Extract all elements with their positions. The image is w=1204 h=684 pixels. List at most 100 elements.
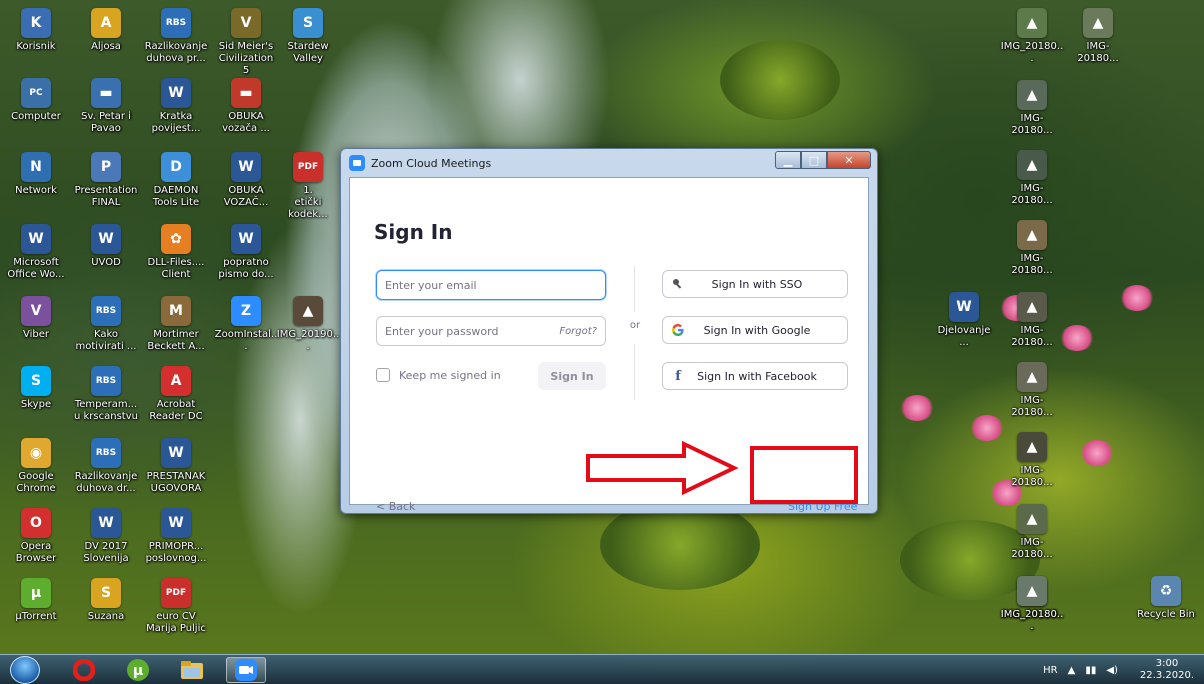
keep-signed-in[interactable]: Keep me signed in	[376, 368, 501, 382]
desktop-icon[interactable]: PC Computer	[4, 78, 68, 123]
desktop-icon[interactable]: W PRIMOPR... poslovnog...	[144, 508, 208, 565]
desktop-icon[interactable]: ▬ OBUKA vozača ...	[214, 78, 278, 135]
desktop-icon[interactable]: W Microsoft Office Wo...	[4, 224, 68, 281]
desktop-icon[interactable]: A Aljosa	[74, 8, 138, 53]
email-field[interactable]: Enter your email	[376, 270, 606, 300]
google-icon	[663, 323, 693, 337]
desktop-icon-label: Aljosa	[91, 41, 121, 52]
desktop-icon[interactable]: S Stardew Valley	[276, 8, 340, 65]
desktop-icon[interactable]: RBS Kako motivirati ...	[74, 296, 138, 353]
keep-signed-in-checkbox[interactable]	[376, 368, 390, 382]
facebook-icon: f	[675, 368, 681, 384]
app-icon: ▲	[1017, 362, 1047, 392]
desktop-icon[interactable]: ▲ IMG-20180...	[1000, 504, 1064, 561]
desktop-icon[interactable]: D DAEMON Tools Lite	[144, 152, 208, 209]
sso-button[interactable]: Sign In with SSO	[662, 270, 848, 298]
desktop-icon[interactable]: A Acrobat Reader DC	[144, 366, 208, 423]
desktop-icon[interactable]: ▲ IMG-20180...	[1000, 220, 1064, 277]
desktop-icon[interactable]: S Suzana	[74, 578, 138, 623]
desktop-icon[interactable]: K Korisnik	[4, 8, 68, 53]
desktop-icon[interactable]: W Kratka povijest...	[144, 78, 208, 135]
tray-expand-icon[interactable]: ▲	[1068, 665, 1076, 676]
desktop-icon-label: Computer	[11, 111, 61, 122]
app-icon: W	[949, 292, 979, 322]
app-icon: W	[231, 224, 261, 254]
desktop-icon[interactable]: Z ZoomInstal...	[214, 296, 278, 353]
desktop-icon[interactable]: W OBUKA VOZAČ...	[214, 152, 278, 209]
taskbar-utorrent[interactable]: µ	[118, 657, 158, 683]
desktop-icon[interactable]: N Network	[4, 152, 68, 197]
desktop-icon[interactable]: ▲ IMG-20180...	[1000, 80, 1064, 137]
desktop-icon[interactable]: RBS Razlikovanje duhova dr...	[74, 438, 138, 495]
window-titlebar[interactable]: Zoom Cloud Meetings ▁ □ ✕	[341, 149, 877, 177]
desktop-icon[interactable]: W DV 2017 Slovenija	[74, 508, 138, 565]
desktop-icon[interactable]: W PRESTANAK UGOVORA	[144, 438, 208, 495]
app-icon: W	[231, 152, 261, 182]
desktop-icon[interactable]: P Presentation FINAL	[74, 152, 138, 209]
desktop-icon[interactable]: M Mortimer Beckett A...	[144, 296, 208, 353]
desktop-icon[interactable]: PDF euro CV Marija Puljic	[144, 578, 208, 635]
minimize-button[interactable]: ▁	[775, 151, 801, 169]
start-button[interactable]	[10, 656, 40, 684]
desktop-icon[interactable]: S Skype	[4, 366, 68, 411]
app-icon: ▲	[1017, 220, 1047, 250]
desktop-icon[interactable]: ▲ IMG_20190...	[276, 296, 340, 353]
facebook-signin-button[interactable]: f Sign In with Facebook	[662, 362, 848, 390]
app-icon: ▲	[1017, 576, 1047, 606]
desktop-icon-label: 1. etički kodek...	[288, 185, 328, 220]
desktop-icon[interactable]: V Sid Meier's Civilization 5	[214, 8, 278, 77]
signin-heading: Sign In	[374, 220, 453, 244]
system-tray: HR ▲ ▮▮ ◀) 3:00 22.3.2020.	[1033, 655, 1194, 684]
desktop-icon-label: Djelovanje ...	[937, 325, 991, 348]
back-link[interactable]: < Back	[376, 500, 415, 513]
app-icon: ▲	[1017, 432, 1047, 462]
volume-icon[interactable]: ◀)	[1106, 665, 1118, 676]
maximize-button[interactable]: □	[801, 151, 827, 169]
forgot-password-link[interactable]: Forgot?	[559, 326, 597, 337]
desktop-icon-label: Razlikovanje duhova pr...	[144, 41, 208, 64]
google-signin-button[interactable]: Sign In with Google	[662, 316, 848, 344]
desktop-icon[interactable]: ▲ IMG-20180...	[1000, 432, 1064, 489]
app-icon: PDF	[161, 578, 191, 608]
network-icon[interactable]: ▮▮	[1085, 665, 1096, 676]
close-button[interactable]: ✕	[827, 151, 871, 169]
key-icon	[663, 278, 693, 290]
pink-flower	[1060, 325, 1094, 351]
desktop-icon[interactable]: O Opera Browser	[4, 508, 68, 565]
desktop-icon[interactable]: ▲ IMG_20180...	[1000, 576, 1064, 633]
desktop-icon[interactable]: Wpopratno pismo do...	[214, 224, 278, 281]
window-title: Zoom Cloud Meetings	[371, 156, 492, 170]
clock[interactable]: 3:00 22.3.2020.	[1130, 658, 1194, 682]
desktop-icon[interactable]: ▲ IMG-20180...	[1000, 292, 1064, 349]
app-icon: W	[91, 224, 121, 254]
desktop-icon[interactable]: ▲ IMG_20180...	[1000, 8, 1064, 65]
taskbar-file-explorer[interactable]	[172, 657, 212, 683]
desktop-icon[interactable]: RBS Razlikovanje duhova pr...	[144, 8, 208, 65]
taskbar-opera[interactable]	[64, 657, 104, 683]
desktop-icon[interactable]: ▲ IMG-20180...	[1000, 362, 1064, 419]
app-icon: A	[91, 8, 121, 38]
app-icon: W	[91, 508, 121, 538]
desktop-icon[interactable]: ▬ Sv. Petar i Pavao	[74, 78, 138, 135]
desktop-icon-label: OBUKA VOZAČ...	[223, 185, 269, 208]
desktop-icon[interactable]: PDF 1. etički kodek...	[276, 152, 340, 221]
desktop-icon[interactable]: RBS Temperam... u krscanstvu	[74, 366, 138, 423]
desktop-icon[interactable]: ✿ DLL-Files.... Client	[144, 224, 208, 281]
desktop-icon[interactable]: ♻ Recycle Bin	[1134, 576, 1198, 621]
desktop-icon[interactable]: V Viber	[4, 296, 68, 341]
taskbar-zoom[interactable]	[226, 657, 266, 683]
desktop-icon[interactable]: ◉ Google Chrome	[4, 438, 68, 495]
desktop-icon[interactable]: µ µTorrent	[4, 578, 68, 623]
desktop-icon[interactable]: ▲ IMG-20180...	[1000, 150, 1064, 207]
desktop-icon[interactable]: ▲ IMG-20180...	[1066, 8, 1130, 65]
desktop-icon[interactable]: W UVOD	[74, 224, 138, 269]
language-indicator[interactable]: HR	[1043, 665, 1057, 676]
password-field[interactable]: Enter your password Forgot?	[376, 316, 606, 346]
desktop-icon[interactable]: W Djelovanje ...	[932, 292, 996, 349]
app-icon: O	[21, 508, 51, 538]
app-icon: N	[21, 152, 51, 182]
pink-flower	[1120, 285, 1154, 311]
app-icon: ▲	[1083, 8, 1113, 38]
sign-in-button[interactable]: Sign In	[538, 362, 606, 390]
opera-icon	[73, 659, 95, 681]
